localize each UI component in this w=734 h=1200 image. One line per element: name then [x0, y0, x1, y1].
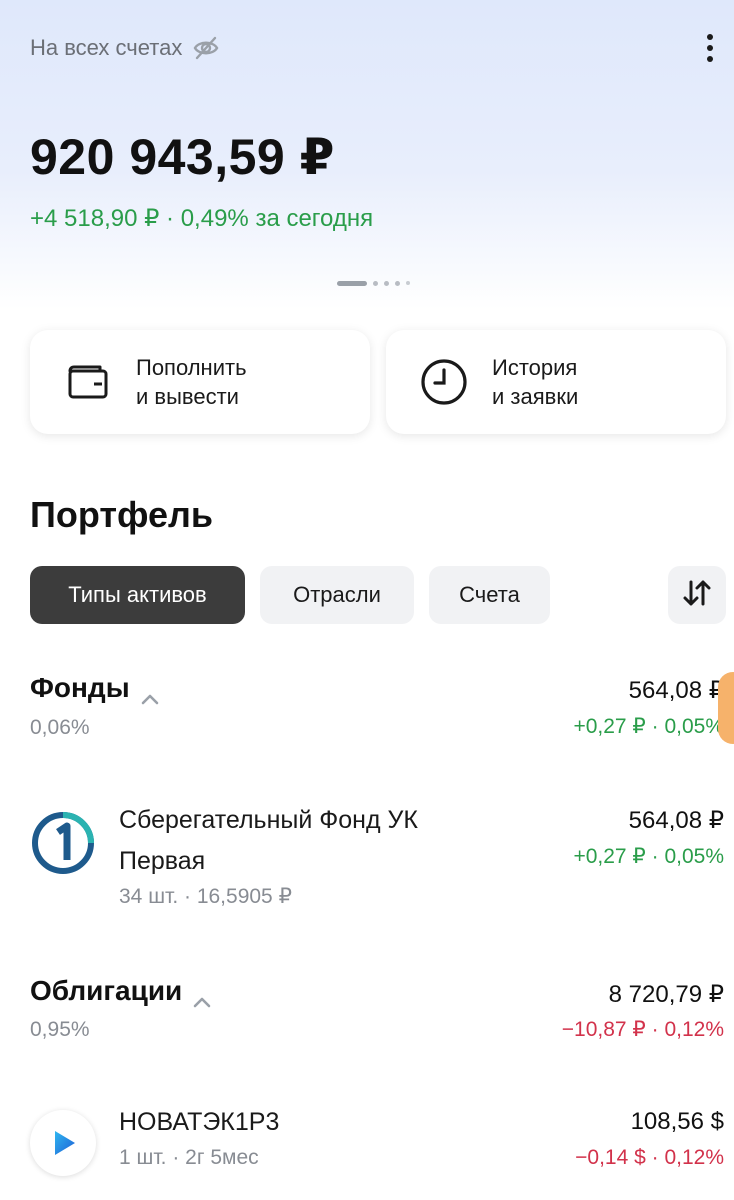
history-orders-button[interactable]: История и заявки	[386, 330, 726, 434]
pervaya-logo-icon	[30, 810, 96, 876]
clock-icon	[416, 354, 472, 410]
asset-bond-name[interactable]: НОВАТЭК1Р3	[119, 1102, 519, 1143]
accounts-label: На всех счетах	[30, 35, 183, 60]
total-balance: 920 943,59 ₽	[30, 129, 335, 185]
group-funds-amount: 564,08 ₽	[628, 677, 724, 704]
asset-fund-amount: 564,08 ₽	[628, 807, 724, 834]
summary-pager[interactable]	[337, 280, 410, 286]
daily-change-value: +4 518,90 ₽ · 0,49%	[30, 205, 249, 232]
group-bonds-title: Облигации	[30, 975, 183, 1006]
pager-dot	[395, 280, 400, 286]
asset-bond-change: −0,14 $ · 0,12%	[575, 1146, 724, 1169]
group-funds-share: 0,06%	[30, 716, 90, 739]
deposit-withdraw-button[interactable]: Пополнить и вывести	[30, 330, 370, 434]
asset-bond-amount: 108,56 $	[630, 1108, 724, 1135]
sort-button[interactable]	[668, 566, 726, 624]
group-bonds-amount: 8 720,79 ₽	[608, 981, 724, 1008]
accounts-selector[interactable]: На всех счетах	[30, 34, 220, 62]
more-vertical-icon[interactable]	[700, 30, 720, 66]
group-bonds-header[interactable]: Облигации	[30, 975, 212, 1008]
asset-fund-meta: 34 шт. · 16,5905 ₽	[119, 885, 292, 908]
eye-off-icon[interactable]	[192, 34, 220, 62]
group-funds-header[interactable]: Фонды	[30, 672, 160, 705]
tab-industries[interactable]: Отрасли	[260, 566, 414, 624]
pager-dot	[384, 280, 389, 286]
deposit-withdraw-label: Пополнить и вывести	[136, 355, 247, 409]
floating-edge-button[interactable]	[718, 672, 734, 744]
group-funds-title: Фонды	[30, 672, 130, 703]
asset-fund-name[interactable]: Сберегательный Фонд УК Первая	[119, 800, 519, 882]
group-bonds-share: 0,95%	[30, 1018, 90, 1041]
chevron-up-icon	[140, 681, 160, 705]
portfolio-title: Портфель	[30, 494, 214, 535]
daily-change-period: за сегодня	[255, 205, 374, 232]
tab-accounts[interactable]: Счета	[429, 566, 550, 624]
chevron-up-icon	[192, 984, 212, 1008]
group-bonds-change: −10,87 ₽ · 0,12%	[561, 1018, 724, 1041]
sort-arrows-icon	[680, 576, 714, 615]
novatek-logo-icon	[30, 1110, 96, 1176]
group-funds-change: +0,27 ₽ · 0,05%	[573, 715, 724, 738]
pager-dot-active	[337, 280, 367, 286]
wallet-icon	[60, 354, 116, 410]
tab-asset-types[interactable]: Типы активов	[30, 566, 245, 624]
header: На всех счетах	[30, 30, 720, 66]
asset-bond-meta: 1 шт. · 2г 5мес	[119, 1146, 259, 1169]
pager-dot	[406, 281, 410, 285]
history-orders-label: История и заявки	[492, 355, 579, 409]
asset-fund-change: +0,27 ₽ · 0,05%	[573, 845, 724, 868]
daily-change: +4 518,90 ₽ · 0,49% за сегодня	[30, 204, 373, 233]
pager-dot	[373, 280, 378, 286]
